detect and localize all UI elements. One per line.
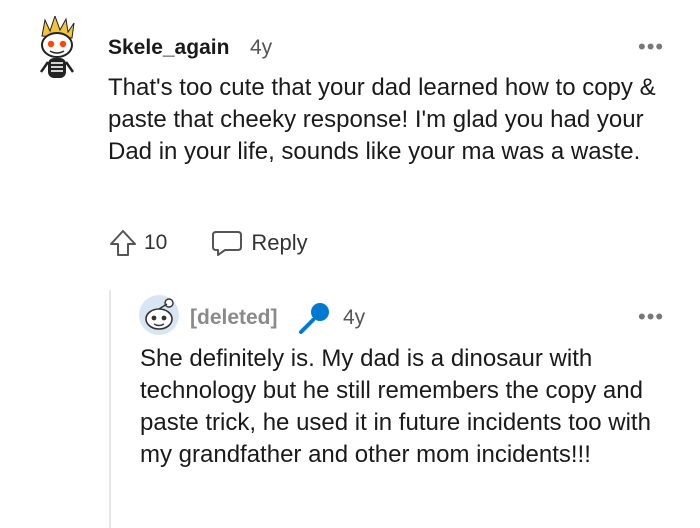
comment-age: 4y (250, 36, 273, 59)
comment-age: 4y (343, 306, 366, 329)
comment-author: [deleted] (190, 306, 278, 329)
vote-count: 10 (144, 231, 168, 254)
more-options-icon[interactable]: ••• (638, 306, 664, 328)
comment-2: [deleted] 4y ••• She definitely is. My d… (0, 280, 700, 528)
reply-label: Reply (251, 230, 308, 255)
default-snoo-avatar-icon[interactable] (138, 294, 180, 336)
microphone-icon (299, 303, 329, 334)
reply-bubble-icon (212, 231, 243, 256)
comment-body: She definitely is. My dad is a dinosaur … (140, 345, 651, 468)
comment-actions: 10 Reply (108, 228, 308, 258)
more-options-icon[interactable]: ••• (638, 36, 664, 58)
reply-button[interactable]: Reply (211, 228, 308, 258)
upvote-arrow-icon[interactable] (108, 228, 138, 258)
comment-author[interactable]: Skele_again (108, 36, 229, 60)
upvote-button[interactable]: 10 (108, 228, 167, 258)
comment-body: That's too cute that your dad learned ho… (108, 74, 656, 165)
skeleton-avatar-icon[interactable] (36, 16, 78, 82)
comment-1: Skele_again 4y ••• That's too cute that … (0, 0, 700, 280)
